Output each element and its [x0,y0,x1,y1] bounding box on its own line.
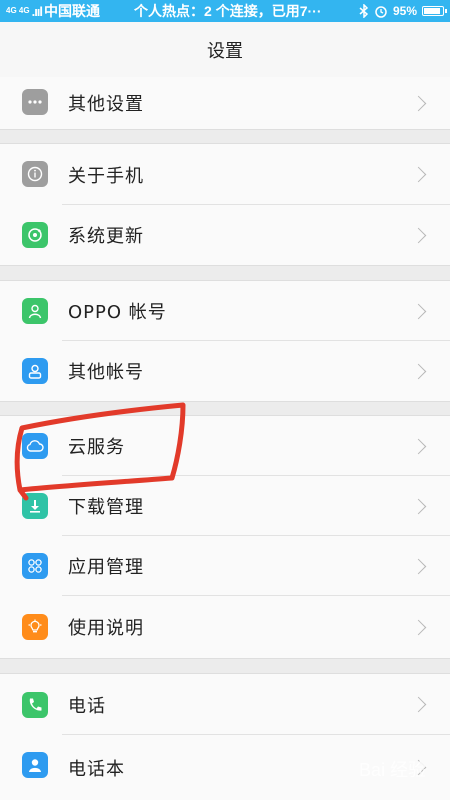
account-icon [22,298,48,324]
user-icon [22,358,48,384]
settings-item-download-manager[interactable]: 下载管理 [0,476,450,536]
more-dots-icon [22,89,48,115]
cloud-icon [22,433,48,459]
alarm-icon [375,6,387,18]
section-divider [0,401,450,416]
settings-item-label: 系统更新 [68,226,144,247]
section-divider [0,658,450,674]
settings-item-label: 电话本 [68,758,125,780]
chevron-right-icon [410,363,427,379]
settings-item-oppo-account[interactable]: OPPO 帐号 [0,281,450,341]
chevron-right-icon [410,303,427,319]
settings-item-label: 电话 [68,695,106,717]
settings-item-label: 应用管理 [68,557,144,578]
settings-item-other-settings[interactable]: 其他设置 [0,77,450,129]
settings-item-label: 云服务 [68,437,125,458]
settings-item-label: 下载管理 [68,497,144,518]
bluetooth-icon [359,4,369,18]
status-bar: 4G 4G .ııl 中国联通 个人热点：2 个连接，已用7··· 95% [0,0,450,22]
chevron-right-icon [410,95,427,111]
chevron-right-icon [410,558,427,574]
chevron-right-icon [410,227,427,243]
battery-icon [422,6,447,16]
settings-item-label: 关于手机 [68,165,144,187]
status-icons: 95% [359,4,447,18]
network-type: 4G 4G [6,6,30,15]
chevron-right-icon [410,498,427,514]
contacts-icon [22,752,48,778]
settings-item-system-update[interactable]: 系统更新 [0,205,450,265]
section-divider [0,265,450,281]
chevron-right-icon [410,438,427,454]
settings-item-app-manager[interactable]: 应用管理 [0,536,450,596]
section-divider [0,129,450,144]
settings-item-label: 使用说明 [68,618,144,639]
settings-item-user-guide[interactable]: 使用说明 [0,596,450,658]
battery-percent: 95% [392,4,417,18]
settings-item-label: 其他设置 [68,94,144,115]
page-title: 设置 [0,22,450,78]
settings-item-about-phone[interactable]: 关于手机 [0,144,450,205]
lightbulb-icon [22,614,48,640]
signal-icon: .ııl [31,3,43,19]
settings-item-cloud-service[interactable]: 云服务 [0,416,450,476]
info-icon [22,161,48,187]
carrier-name: 中国联通 [44,3,101,19]
system-update-icon [22,222,48,248]
chevron-right-icon [410,619,427,635]
chevron-right-icon [410,166,427,183]
settings-item-other-accounts[interactable]: 其他帐号 [0,341,450,401]
apps-icon [22,553,48,579]
chevron-right-icon [410,696,427,713]
settings-item-label: OPPO 帐号 [68,302,167,323]
settings-item-label: 其他帐号 [68,362,144,383]
watermark: Bai 经验 [358,760,426,780]
download-icon [22,493,48,519]
settings-item-phone[interactable]: 电话 [0,674,450,735]
phone-icon [22,692,48,718]
hotspot-notification[interactable]: 个人热点：2 个连接，已用7··· [134,1,359,21]
